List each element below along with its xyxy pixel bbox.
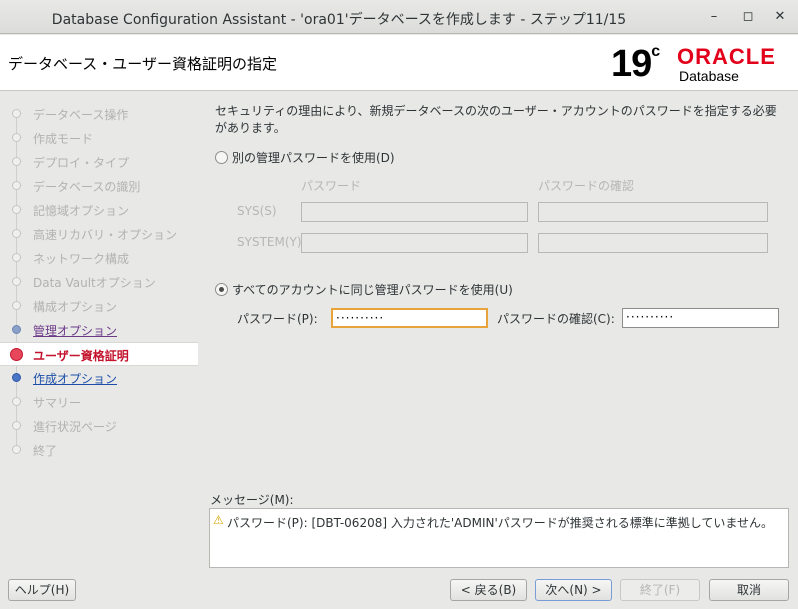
step-creation-options[interactable]: 作成オプション: [0, 366, 198, 390]
step-dot-icon: [12, 205, 21, 214]
step-data-vault-options: Data Vaultオプション: [0, 270, 198, 294]
step-network-config: ネットワーク構成: [0, 246, 198, 270]
step-label[interactable]: 作成オプション: [33, 370, 117, 387]
step-user-credentials: ユーザー資格証明: [0, 342, 198, 366]
page-header: データベース・ユーザー資格証明の指定 19c ORACLE Database: [0, 35, 798, 91]
step-dot-icon: [12, 253, 21, 262]
step-database-operation: データベース操作: [0, 102, 198, 126]
step-dot-icon: [12, 325, 21, 334]
help-button[interactable]: ヘルプ(H): [8, 579, 76, 601]
minimize-button[interactable]: –: [704, 8, 724, 26]
confirm-password-label: パスワードの確認(C):: [497, 312, 615, 326]
system-password-field: [301, 233, 528, 253]
step-dot-icon: [12, 373, 21, 382]
page-title: データベース・ユーザー資格証明の指定: [8, 55, 277, 73]
sys-password-field: [301, 202, 528, 222]
password-column-header: パスワード: [301, 179, 362, 193]
confirm-password-input[interactable]: ··········: [622, 308, 779, 328]
step-label: 記憶域オプション: [33, 204, 130, 218]
system-confirm-field: [538, 233, 768, 253]
step-storage-options: 記憶域オプション: [0, 198, 198, 222]
step-dot-icon: [12, 421, 21, 430]
step-deploy-type: デプロイ・タイプ: [0, 150, 198, 174]
confirm-column-header: パスワードの確認: [538, 179, 635, 193]
step-dot-icon: [12, 397, 21, 406]
step-dot-icon: [12, 157, 21, 166]
step-creation-mode: 作成モード: [0, 126, 198, 150]
step-dot-icon: [12, 181, 21, 190]
cancel-button[interactable]: 取消: [709, 579, 789, 601]
back-button[interactable]: < 戻る(B): [450, 579, 527, 601]
same-password-radio[interactable]: [215, 283, 228, 296]
confirm-password-value: ··········: [626, 310, 675, 324]
message-text: パスワード(P): [DBT-06208] 入力された'ADMIN'パスワードが…: [227, 516, 774, 530]
system-label: SYSTEM(Y): [237, 235, 302, 249]
step-database-identification: データベースの識別: [0, 174, 198, 198]
same-password-label[interactable]: すべてのアカウントに同じ管理パスワードを使用(U): [232, 281, 513, 298]
step-label: デプロイ・タイプ: [33, 156, 130, 170]
close-button[interactable]: ✕: [770, 8, 790, 26]
next-button[interactable]: 次へ(N) >: [535, 579, 612, 601]
current-step-icon: [10, 348, 23, 361]
password-input[interactable]: ··········: [331, 308, 488, 328]
step-dot-icon: [12, 109, 21, 118]
warning-icon: ⚠: [213, 513, 224, 527]
separate-password-radio[interactable]: [215, 151, 228, 164]
message-box: ⚠ パスワード(P): [DBT-06208] 入力された'ADMIN'パスワー…: [209, 508, 789, 568]
step-dot-icon: [12, 445, 21, 454]
step-label: 終了: [33, 444, 58, 458]
separate-password-label[interactable]: 別の管理パスワードを使用(D): [232, 149, 395, 166]
maximize-button[interactable]: ◻: [738, 8, 758, 26]
oracle-product: Database: [679, 68, 739, 84]
sys-label: SYS(S): [237, 204, 277, 218]
step-label: Data Vaultオプション: [33, 276, 156, 290]
password-label: パスワード(P):: [237, 312, 318, 326]
step-label: 進行状況ページ: [33, 420, 117, 434]
step-label: 高速リカバリ・オプション: [33, 228, 178, 242]
oracle-19c-logo: 19c: [611, 43, 660, 86]
step-label: 作成モード: [33, 132, 94, 146]
finish-button: 終了(F): [620, 579, 700, 601]
step-fast-recovery-options: 高速リカバリ・オプション: [0, 222, 198, 246]
message-label: メッセージ(M):: [210, 493, 294, 507]
description-text: セキュリティの理由により、新規データベースの次のユーザー・アカウントのパスワード…: [215, 104, 777, 135]
step-finish: 終了: [0, 438, 198, 462]
step-config-options: 構成オプション: [0, 294, 198, 318]
step-summary: サマリー: [0, 390, 198, 414]
step-dot-icon: [12, 229, 21, 238]
step-label: データベース操作: [33, 108, 129, 122]
step-label: 構成オプション: [33, 300, 118, 314]
step-dot-icon: [12, 133, 21, 142]
password-value: ··········: [336, 311, 385, 325]
step-dot-icon: [12, 277, 21, 286]
step-label: データベースの識別: [33, 180, 141, 194]
logo-version: 19: [611, 43, 652, 85]
step-label: ユーザー資格証明: [33, 349, 129, 363]
step-label: サマリー: [33, 396, 82, 410]
sys-confirm-field: [538, 202, 768, 222]
step-navigation: データベース操作 作成モード デプロイ・タイプ データベースの識別 記憶域オプシ…: [0, 92, 198, 572]
title-bar: Database Configuration Assistant - 'ora0…: [0, 0, 798, 34]
step-label: ネットワーク構成: [33, 252, 130, 266]
oracle-brand: ORACLE: [677, 44, 776, 69]
logo-version-sup: c: [651, 43, 660, 61]
step-management-options[interactable]: 管理オプション: [0, 318, 198, 342]
window-title: Database Configuration Assistant - 'ora0…: [51, 12, 627, 28]
step-dot-icon: [12, 301, 21, 310]
step-label[interactable]: 管理オプション: [33, 322, 117, 339]
step-progress-page: 進行状況ページ: [0, 414, 198, 438]
